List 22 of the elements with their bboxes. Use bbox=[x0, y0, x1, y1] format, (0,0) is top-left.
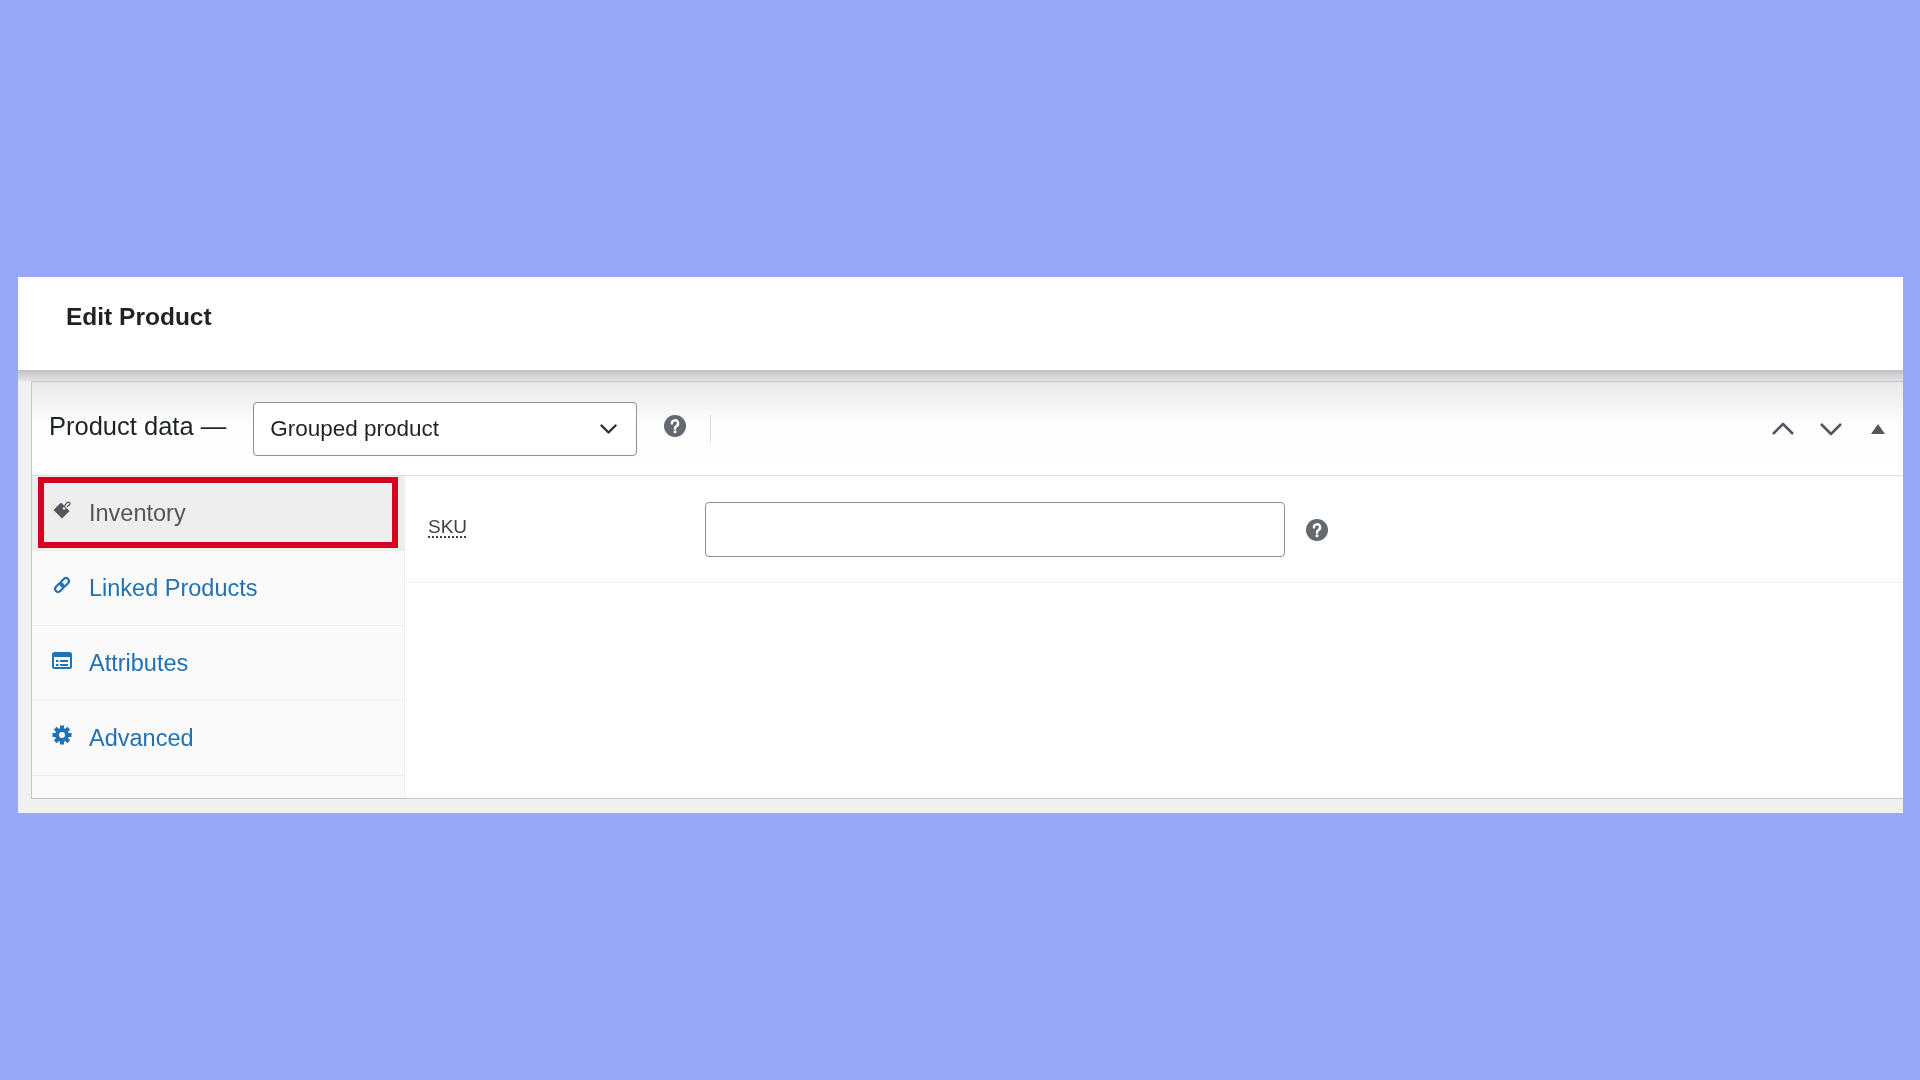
move-up-button[interactable] bbox=[1771, 421, 1795, 436]
panel-title: Product data — bbox=[49, 412, 227, 441]
help-icon[interactable] bbox=[664, 414, 687, 437]
collapse-button[interactable] bbox=[1871, 423, 1885, 434]
move-down-button[interactable] bbox=[1819, 421, 1843, 436]
tab-link[interactable]: Linked Products bbox=[32, 551, 404, 626]
product-type-select[interactable]: Grouped product bbox=[253, 401, 638, 456]
sku-input[interactable] bbox=[705, 502, 1285, 557]
tab-link[interactable]: Attributes bbox=[32, 626, 404, 701]
link-icon bbox=[52, 575, 72, 595]
sku-label: SKU bbox=[428, 515, 468, 538]
help-icon[interactable] bbox=[1306, 518, 1328, 541]
list-card-icon bbox=[52, 651, 72, 669]
tab-link[interactable]: Inventory bbox=[32, 476, 404, 551]
chevron-down-icon bbox=[1819, 421, 1843, 436]
tab-link[interactable]: Advanced bbox=[32, 701, 404, 776]
chevron-down-icon bbox=[600, 423, 618, 434]
chevron-up-icon bbox=[1771, 421, 1795, 436]
triangle-up-icon bbox=[1871, 423, 1885, 434]
tag-icon bbox=[52, 500, 72, 520]
gear-icon bbox=[52, 725, 72, 745]
page-title: Edit Product bbox=[66, 302, 212, 332]
